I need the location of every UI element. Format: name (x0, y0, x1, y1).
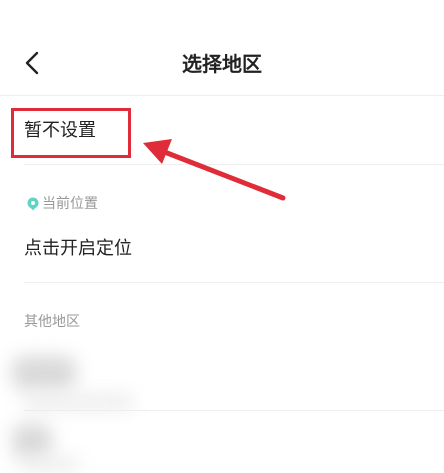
page-title: 选择地区 (182, 52, 262, 76)
header-bar: 选择地区 (0, 0, 444, 96)
region-list-item[interactable] (12, 356, 76, 390)
divider (24, 282, 444, 283)
enable-location-option[interactable]: 点击开启定位 (24, 237, 132, 261)
other-regions-label: 其他地区 (24, 314, 80, 330)
divider (24, 164, 444, 165)
current-location-text: 当前位置 (42, 196, 98, 212)
current-location-label: 当前位置 (26, 194, 98, 214)
location-pin-icon (27, 197, 39, 211)
highlight-box (11, 108, 131, 158)
divider (24, 410, 444, 411)
region-list-item-shadow (24, 395, 134, 409)
region-list-item[interactable] (12, 424, 52, 458)
region-list-item-shadow (20, 458, 80, 470)
